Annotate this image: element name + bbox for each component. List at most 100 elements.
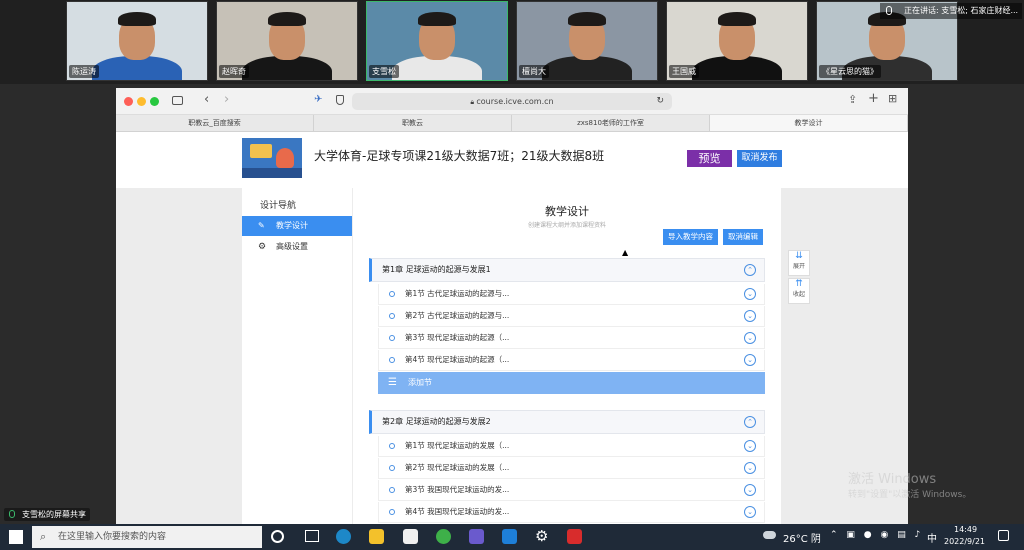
clock-time[interactable]: 14:49: [954, 525, 977, 534]
forward-icon[interactable]: ›: [224, 92, 229, 107]
collapse-all-button[interactable]: ⇈ 收起: [788, 278, 810, 304]
bullet-icon: [389, 357, 395, 363]
section-label: 第2节 现代足球运动的发展（...: [405, 463, 510, 472]
chevron-down-icon[interactable]: ⌄: [744, 332, 756, 344]
chevron-down-icon[interactable]: ⌄: [744, 310, 756, 322]
shield-icon: [336, 95, 344, 105]
close-window-icon[interactable]: [124, 97, 133, 106]
screen-share-label: 支雪松的屏幕共享: [4, 508, 90, 521]
tab-overview-icon[interactable]: ⊞: [888, 92, 897, 105]
collapse-icon[interactable]: ⌃: [744, 264, 756, 276]
task-view-icon[interactable]: [305, 530, 319, 542]
page-title: 教学设计: [545, 205, 589, 218]
sidebar-toggle-icon[interactable]: [172, 96, 183, 105]
import-content-button[interactable]: 导入教学内容: [663, 229, 718, 245]
list-add-icon: ☰: [388, 377, 397, 388]
sidebar-item-teaching-design[interactable]: ✎ 教学设计: [242, 216, 352, 236]
tab-baidu[interactable]: 职教云_百度搜索: [116, 115, 314, 131]
participant-tile[interactable]: 檀尚大: [516, 1, 658, 81]
browser-green-icon[interactable]: [436, 529, 451, 544]
bullet-icon: [389, 443, 395, 449]
bullet-icon: [389, 509, 395, 515]
windows-start-icon[interactable]: [9, 530, 23, 544]
section-label: 第2节 古代足球运动的起源与...: [405, 311, 510, 320]
zoom-window-icon[interactable]: [150, 97, 159, 106]
minimize-window-icon[interactable]: [137, 97, 146, 106]
share-label-text: 支雪松的屏幕共享: [22, 510, 86, 519]
sidebar-item-label: 教学设计: [276, 221, 308, 230]
tab-studio[interactable]: zxs810老师的工作室: [512, 115, 710, 131]
url-text: course.icve.com.cn: [476, 97, 554, 106]
edge-icon[interactable]: [336, 529, 351, 544]
settings-icon[interactable]: ⚙: [535, 527, 548, 545]
reload-icon[interactable]: ↻: [656, 93, 664, 110]
design-main: 教学设计 创建课程大纲并添加课程资料 导入教学内容 取消编辑 第1章 足球运动的…: [353, 188, 781, 524]
section-row[interactable]: 第2节 古代足球运动的起源与... ⌄: [378, 306, 765, 327]
photos-icon[interactable]: [469, 529, 484, 544]
participant-tile[interactable]: 陈运涛: [66, 1, 208, 81]
tab-icve[interactable]: 职教云: [314, 115, 512, 131]
bird-icon: ✈: [314, 94, 323, 105]
watermark-line1: 激活 Windows: [848, 472, 937, 487]
chevron-down-icon[interactable]: ⌄: [744, 462, 756, 474]
participant-name: 陈运涛: [69, 65, 99, 78]
file-explorer-icon[interactable]: [369, 529, 384, 544]
collapse-icon[interactable]: ⌃: [744, 416, 756, 428]
meeting-app-icon[interactable]: [502, 529, 517, 544]
participant-hair: [268, 12, 306, 26]
cancel-edit-button[interactable]: 取消编辑: [723, 229, 763, 245]
section-row[interactable]: 第3节 现代足球运动的起源（... ⌄: [378, 328, 765, 349]
participant-tile[interactable]: 赵晖奇: [216, 1, 358, 81]
section-row[interactable]: 第1节 现代足球运动的发展（... ⌄: [378, 436, 765, 457]
weather-text[interactable]: 26°C 阴: [783, 530, 821, 545]
participant-tile[interactable]: 王国威: [666, 1, 808, 81]
notification-icon[interactable]: [998, 530, 1009, 541]
bullet-icon: [389, 291, 395, 297]
tray-icons[interactable]: ⌃ ▣ ● ◉ ▤ ♪: [830, 530, 923, 540]
section-label: 第4节 我国现代足球运动的发...: [405, 507, 510, 516]
chapter-row[interactable]: 第1章 足球运动的起源与发展1 ⌃: [369, 258, 765, 282]
cortana-icon[interactable]: [271, 530, 284, 543]
participant-tile[interactable]: 支雪松: [366, 1, 508, 81]
section-row[interactable]: 第4节 我国现代足球运动的发... ⌄: [378, 502, 765, 523]
section-row[interactable]: 第1节 古代足球运动的起源与... ⌄: [378, 284, 765, 305]
add-section-button[interactable]: ☰ 添加节: [378, 372, 765, 394]
new-tab-icon[interactable]: +: [868, 91, 879, 106]
store-icon[interactable]: [403, 529, 418, 544]
participant-hair: [568, 12, 606, 26]
video-strip: 陈运涛 赵晖奇 支雪松 檀尚大 王国威 《星云思的猫》 正在讲话: 支雪松; 石家庄财经.…: [0, 0, 1024, 84]
section-row[interactable]: 第4节 现代足球运动的起源（... ⌄: [378, 350, 765, 371]
chapter-label: 第1章 足球运动的起源与发展1: [382, 265, 491, 274]
participant-hair: [718, 12, 756, 26]
chevron-down-icon[interactable]: ⌄: [744, 484, 756, 496]
chevron-down-icon[interactable]: ⌄: [744, 440, 756, 452]
clock-date[interactable]: 2022/9/21: [944, 537, 985, 546]
taskbar-search[interactable]: ⌕ 在这里输入你要搜索的内容: [32, 526, 262, 548]
sidebar-item-advanced[interactable]: ⚙ 高级设置: [242, 237, 352, 257]
weather-icon: [763, 531, 776, 539]
section-row[interactable]: 第3节 我国现代足球运动的发... ⌄: [378, 480, 765, 501]
ime-indicator[interactable]: 中: [927, 530, 937, 545]
sidebar-item-label: 高级设置: [276, 242, 308, 251]
cancel-publish-button[interactable]: 取消发布: [737, 150, 782, 167]
share-icon[interactable]: ⇪: [848, 93, 857, 106]
tab-design[interactable]: 教学设计: [710, 115, 908, 131]
chevron-down-icon[interactable]: ⌄: [744, 288, 756, 300]
section-row[interactable]: 第2节 现代足球运动的发展（... ⌄: [378, 458, 765, 479]
activation-watermark: 激活 Windows 转到"设置"以激活 Windows。: [848, 468, 971, 500]
browser-toolbar: ‹ › ✈ 🔒︎ course.icve.com.cn ↻ ⇪ + ⊞: [116, 88, 908, 115]
preview-button[interactable]: 预览: [687, 150, 732, 167]
section-label: 第4节 现代足球运动的起源（...: [405, 355, 510, 364]
browser-window: ‹ › ✈ 🔒︎ course.icve.com.cn ↻ ⇪ + ⊞ 职教云_…: [116, 88, 908, 524]
chevron-down-icon[interactable]: ⌄: [744, 354, 756, 366]
address-bar[interactable]: 🔒︎ course.icve.com.cn ↻: [352, 93, 672, 110]
back-icon[interactable]: ‹: [204, 92, 209, 107]
mic-icon: [9, 510, 15, 518]
chevron-down-icon[interactable]: ⌄: [744, 506, 756, 518]
chapter-row[interactable]: 第2章 足球运动的起源与发展2 ⌃: [369, 410, 765, 434]
section-label: 第3节 现代足球运动的起源（...: [405, 333, 510, 342]
page-subtitle: 创建课程大纲并添加课程资料: [527, 222, 606, 229]
bullet-icon: [389, 313, 395, 319]
wps-icon[interactable]: [567, 529, 582, 544]
expand-all-button[interactable]: ⇊ 展开: [788, 250, 810, 276]
